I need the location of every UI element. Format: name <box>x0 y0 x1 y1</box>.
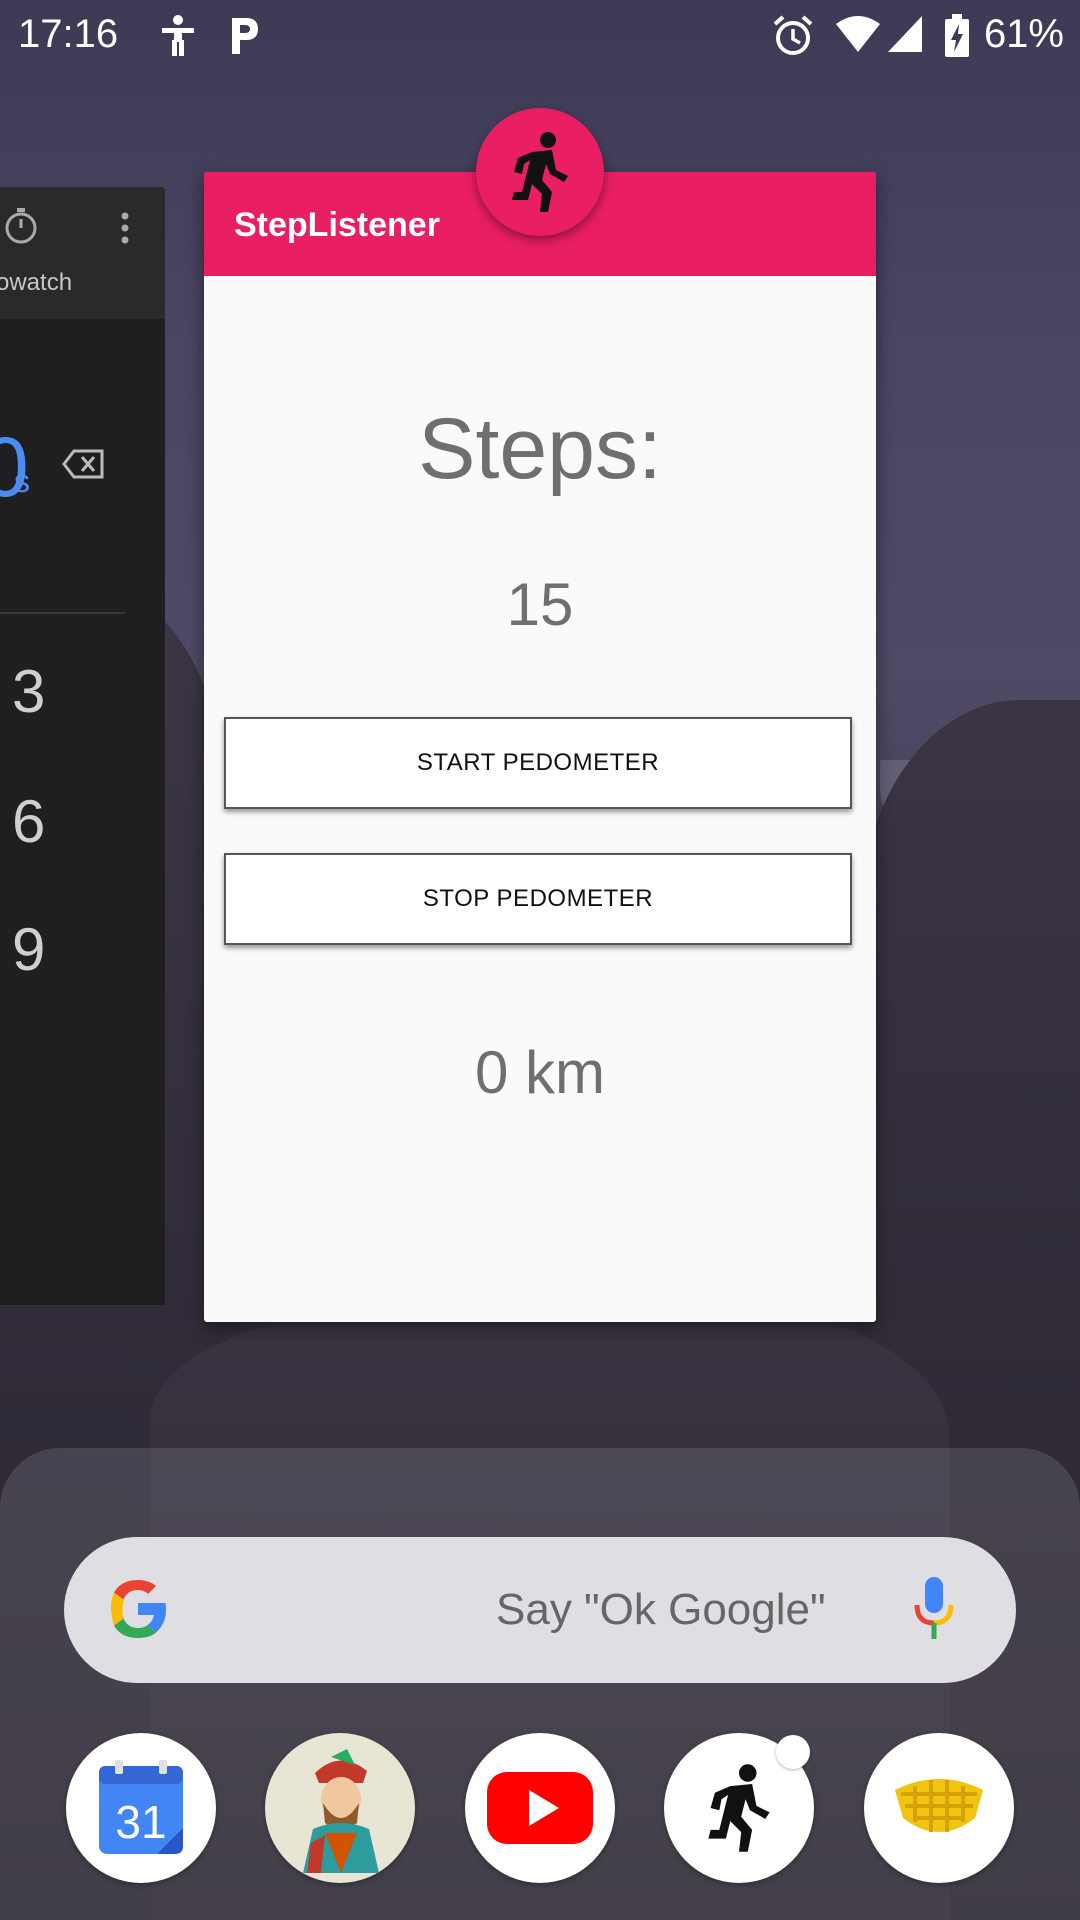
stopwatch-unit: s <box>14 463 30 499</box>
battery-charging-icon <box>944 14 970 63</box>
steps-label: Steps: <box>418 401 662 497</box>
steplistener-icon <box>708 1764 770 1852</box>
backspace-icon[interactable] <box>62 449 104 484</box>
hive-icon <box>895 1779 983 1832</box>
calendar-icon: 31 <box>99 1760 183 1854</box>
more-options-icon[interactable] <box>120 211 130 250</box>
youtube-icon <box>487 1772 593 1844</box>
dock-app-playing-cards[interactable] <box>265 1733 415 1883</box>
dock-app-calendar[interactable]: 31 <box>66 1733 216 1883</box>
status-bar: 17:16 61% <box>0 0 1080 74</box>
dock-app-hive[interactable] <box>864 1733 1014 1883</box>
search-hint-text: Say "Ok Google" <box>496 1585 826 1634</box>
battery-percent: 61% <box>983 12 1064 56</box>
steps-count: 15 <box>506 571 574 638</box>
parking-icon <box>228 14 262 63</box>
recent-app-card-stopwatch[interactable]: owatch 0 s 3 6 9 <box>0 187 165 1305</box>
microphone-icon[interactable] <box>912 1575 956 1648</box>
stop-pedometer-button[interactable]: STOP PEDOMETER <box>224 853 852 945</box>
distance-value: 0 km <box>474 1039 606 1106</box>
stopwatch-header: owatch <box>0 187 165 319</box>
alarm-icon <box>772 14 814 63</box>
runner-icon <box>512 132 568 212</box>
keypad-digit[interactable]: 3 <box>12 657 45 726</box>
recent-app-card-steplistener[interactable]: StepListener Steps: 15 START PEDOMETER S… <box>204 108 876 1322</box>
keypad-digit[interactable]: 9 <box>12 915 45 984</box>
app-badge-runner-icon[interactable] <box>476 108 604 236</box>
stopwatch-divider <box>0 612 125 614</box>
app-title: StepListener <box>234 206 440 244</box>
playing-cards-icon <box>303 1749 379 1873</box>
stopwatch-title: owatch <box>0 269 73 296</box>
wifi-icon <box>834 14 882 59</box>
status-time: 17:16 <box>18 12 119 56</box>
start-pedometer-button[interactable]: START PEDOMETER <box>224 717 852 809</box>
google-search-bar[interactable]: Say "Ok Google" <box>64 1537 1016 1683</box>
accessibility-icon <box>160 14 196 63</box>
calendar-date: 31 <box>115 1796 166 1848</box>
signal-icon <box>886 14 924 59</box>
keypad-digit[interactable]: 6 <box>12 787 45 856</box>
notification-dot <box>776 1735 810 1769</box>
google-logo-icon <box>104 1575 172 1648</box>
stopwatch-icon <box>4 207 38 250</box>
dock-app-youtube[interactable] <box>465 1733 615 1883</box>
